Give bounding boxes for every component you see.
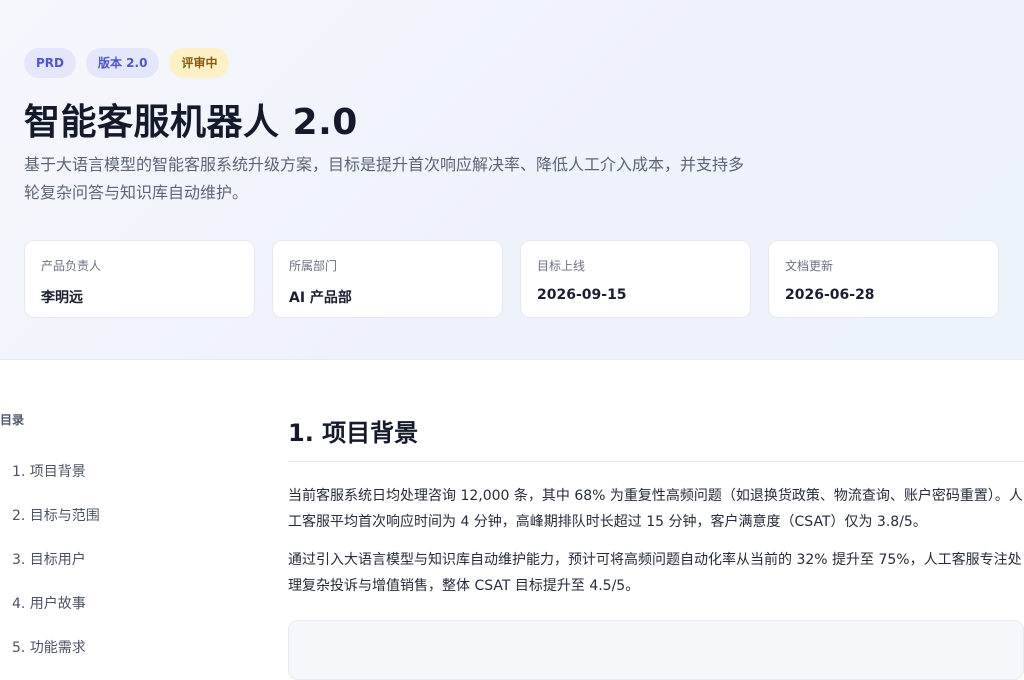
toc-item-background[interactable]: 1. 项目背景 — [0, 450, 220, 494]
main-content: 1. 项目背景 当前客服系统日均处理咨询 12,000 条，其中 68% 为重复… — [288, 400, 1024, 680]
section-paragraph: 通过引入大语言模型与知识库自动维护能力，预计可将高频问题自动化率从当前的 32%… — [288, 552, 1022, 594]
meta-card-label: 文档更新 — [785, 259, 834, 273]
page-title: 智能客服机器人 2.0 — [24, 102, 358, 143]
meta-card-department: 所属部门 AI 产品部 — [272, 240, 503, 318]
meta-card-value: 李明远 — [41, 290, 83, 306]
meta-card-owner: 产品负责人 李明远 — [24, 240, 255, 318]
status-badge: 评审中 — [169, 48, 230, 78]
toc-title: 目录 — [0, 413, 25, 427]
section-heading: 1. 项目背景 — [288, 400, 1024, 462]
meta-card-launch-date: 目标上线 2026-09-15 — [520, 240, 751, 318]
document-header: PRD 版本 2.0 评审中 智能客服机器人 2.0 基于大语言模型的智能客服系… — [0, 0, 1024, 360]
table-of-contents: 目录 1. 项目背景 2. 目标与范围 3. 目标用户 4. 用户故事 5. 功… — [0, 400, 220, 670]
toc-item-goals-scope[interactable]: 2. 目标与范围 — [0, 494, 220, 538]
badge-row: PRD 版本 2.0 评审中 — [24, 48, 230, 78]
meta-card-value: 2026-06-28 — [785, 287, 875, 303]
callout-box — [288, 620, 1024, 680]
doc-type-badge: PRD — [24, 48, 76, 78]
section-paragraph: 当前客服系统日均处理咨询 12,000 条，其中 68% 为重复性高频问题（如退… — [288, 488, 1023, 530]
page-subtitle: 基于大语言模型的智能客服系统升级方案，目标是提升首次响应解决率、降低人工介入成本… — [24, 155, 745, 202]
meta-card-updated: 文档更新 2026-06-28 — [768, 240, 999, 318]
toc-item-functional-requirements[interactable]: 5. 功能需求 — [0, 626, 220, 670]
meta-card-value: 2026-09-15 — [537, 287, 627, 303]
version-badge: 版本 2.0 — [86, 48, 160, 78]
toc-list: 1. 项目背景 2. 目标与范围 3. 目标用户 4. 用户故事 5. 功能需求 — [0, 450, 220, 670]
toc-item-user-stories[interactable]: 4. 用户故事 — [0, 582, 220, 626]
meta-card-label: 目标上线 — [537, 259, 586, 273]
meta-card-label: 所属部门 — [289, 259, 338, 273]
toc-item-target-users[interactable]: 3. 目标用户 — [0, 538, 220, 582]
meta-card-label: 产品负责人 — [41, 259, 102, 273]
meta-cards: 产品负责人 李明远 所属部门 AI 产品部 目标上线 2026-09-15 文档… — [24, 240, 999, 318]
meta-card-value: AI 产品部 — [289, 290, 352, 306]
